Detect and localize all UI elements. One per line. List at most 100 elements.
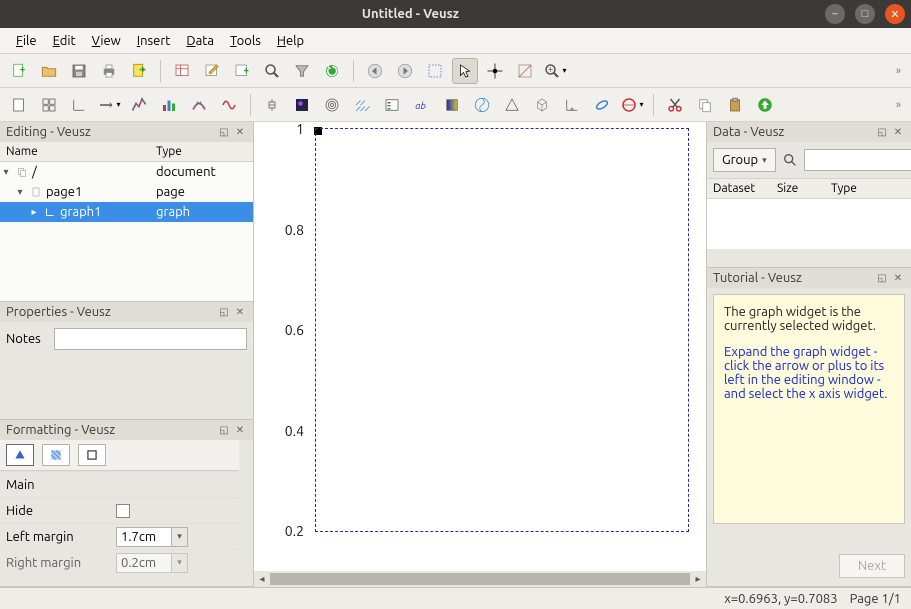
window-close-button[interactable]: ✕: [885, 4, 905, 24]
data-group-button[interactable]: Group▾: [713, 148, 776, 172]
paste-button[interactable]: [722, 92, 748, 118]
prev-page-button[interactable]: [362, 58, 388, 84]
open-button[interactable]: [36, 58, 62, 84]
fmt-hide-checkbox[interactable]: [116, 504, 130, 518]
panel-close-icon[interactable]: ✕: [233, 305, 247, 319]
insert-vector-button[interactable]: [349, 92, 375, 118]
formatting-tab-border[interactable]: [78, 444, 106, 466]
copy-button[interactable]: [692, 92, 718, 118]
insert-broken-axis-button[interactable]: [559, 92, 585, 118]
tree-header-name[interactable]: Name: [0, 142, 150, 161]
panel-undock-icon[interactable]: ◱: [217, 125, 231, 139]
insert-image-button[interactable]: [289, 92, 315, 118]
window-maximize-button[interactable]: □: [855, 4, 875, 24]
insert-key-button[interactable]: [379, 92, 405, 118]
zoom-select-button[interactable]: [422, 58, 448, 84]
insert-axis-button[interactable]: ▾: [96, 92, 122, 118]
scroll-left-icon[interactable]: ◂: [254, 573, 270, 585]
menu-insert[interactable]: Insert: [129, 32, 179, 50]
expand-icon[interactable]: ▸: [28, 206, 40, 218]
notes-input[interactable]: [54, 328, 247, 350]
window-minimize-button[interactable]: –: [825, 4, 845, 24]
zoom-axes-button[interactable]: [512, 58, 538, 84]
statusbar: x=0.6963, y=0.7083 Page 1/1: [0, 587, 911, 609]
svg-text:+: +: [20, 63, 26, 74]
insert-function-button[interactable]: [216, 92, 242, 118]
toolbar-overflow-icon[interactable]: »: [892, 99, 905, 111]
fmt-right-margin-input[interactable]: [116, 553, 172, 573]
tree-row-document[interactable]: ▾/ document: [0, 162, 253, 182]
data-table-body: [707, 199, 911, 249]
menu-help[interactable]: Help: [269, 32, 312, 50]
expand-icon[interactable]: ▾: [0, 166, 12, 178]
insert-polar-button[interactable]: [469, 92, 495, 118]
formatting-tab-main[interactable]: [6, 444, 34, 466]
data-col-size[interactable]: Size: [771, 179, 825, 198]
insert-ternary-button[interactable]: [499, 92, 525, 118]
expand-icon[interactable]: ▾: [14, 186, 26, 198]
panel-close-icon[interactable]: ✕: [233, 125, 247, 139]
capture-data-button[interactable]: [259, 58, 285, 84]
menu-view[interactable]: View: [84, 32, 129, 50]
horizontal-scrollbar[interactable]: ◂ ▸: [254, 571, 706, 587]
svg-text:ab: ab: [415, 99, 426, 110]
move-up-button[interactable]: [752, 92, 778, 118]
pointer-tool-button[interactable]: [452, 58, 478, 84]
insert-fit-button[interactable]: [186, 92, 212, 118]
dropdown-icon[interactable]: ▾: [172, 553, 188, 573]
plot-canvas[interactable]: 1 0.8 0.6 0.4 0.2: [256, 124, 704, 569]
next-page-button[interactable]: [392, 58, 418, 84]
panel-undock-icon[interactable]: ◱: [217, 423, 231, 437]
tree-row-graph[interactable]: ▸graph1 graph: [0, 202, 253, 222]
panel-close-icon[interactable]: ✕: [891, 125, 905, 139]
tree-header-type[interactable]: Type: [150, 142, 188, 161]
panel-close-icon[interactable]: ✕: [233, 423, 247, 437]
dropdown-icon[interactable]: ▾: [172, 527, 188, 547]
panel-undock-icon[interactable]: ◱: [875, 125, 889, 139]
insert-page-button[interactable]: [6, 92, 32, 118]
new-document-button[interactable]: +: [6, 58, 32, 84]
filter-data-button[interactable]: [289, 58, 315, 84]
export-button[interactable]: [126, 58, 152, 84]
insert-grid-button[interactable]: [36, 92, 62, 118]
insert-bar-button[interactable]: [156, 92, 182, 118]
menu-file[interactable]: File: [8, 32, 45, 50]
print-button[interactable]: [96, 58, 122, 84]
data-search-input[interactable]: [804, 149, 911, 171]
tree-row-page[interactable]: ▾page1 page: [0, 182, 253, 202]
read-point-button[interactable]: [482, 58, 508, 84]
plot-frame[interactable]: 1 0.8 0.6 0.4 0.2: [315, 128, 689, 532]
formatting-scrollbar[interactable]: [239, 440, 253, 586]
import-data-button[interactable]: [169, 58, 195, 84]
save-button[interactable]: [66, 58, 92, 84]
cut-button[interactable]: [662, 92, 688, 118]
insert-colorbar-button[interactable]: [439, 92, 465, 118]
panel-close-icon[interactable]: ✕: [891, 271, 905, 285]
menu-edit[interactable]: Edit: [45, 32, 84, 50]
insert-boxplot-button[interactable]: [259, 92, 285, 118]
data-col-dataset[interactable]: Dataset: [707, 179, 771, 198]
menu-tools[interactable]: Tools: [222, 32, 269, 50]
zoom-menu-button[interactable]: +▾: [542, 58, 568, 84]
insert-toolbar: ▾ ab ▾ »: [0, 88, 911, 122]
reload-data-button[interactable]: [319, 58, 345, 84]
data-col-type[interactable]: Type: [825, 179, 911, 198]
insert-shape-button[interactable]: ▾: [619, 92, 645, 118]
editing-panel: Editing - Veusz ◱✕ Name Type ▾/ document…: [0, 122, 253, 302]
insert-graph-button[interactable]: [66, 92, 92, 118]
insert-label-button[interactable]: ab: [409, 92, 435, 118]
menu-data[interactable]: Data: [178, 32, 222, 50]
tutorial-next-button[interactable]: Next: [839, 554, 905, 578]
edit-data-button[interactable]: [199, 58, 225, 84]
create-data-button[interactable]: +: [229, 58, 255, 84]
panel-undock-icon[interactable]: ◱: [217, 305, 231, 319]
insert-3d-button[interactable]: [529, 92, 555, 118]
insert-contour-button[interactable]: [319, 92, 345, 118]
toolbar-overflow-icon[interactable]: »: [892, 65, 905, 77]
formatting-tab-background[interactable]: [42, 444, 70, 466]
insert-covariance-button[interactable]: [589, 92, 615, 118]
panel-undock-icon[interactable]: ◱: [875, 271, 889, 285]
fmt-left-margin-input[interactable]: [116, 527, 172, 547]
scroll-right-icon[interactable]: ▸: [690, 573, 706, 585]
insert-xy-button[interactable]: [126, 92, 152, 118]
